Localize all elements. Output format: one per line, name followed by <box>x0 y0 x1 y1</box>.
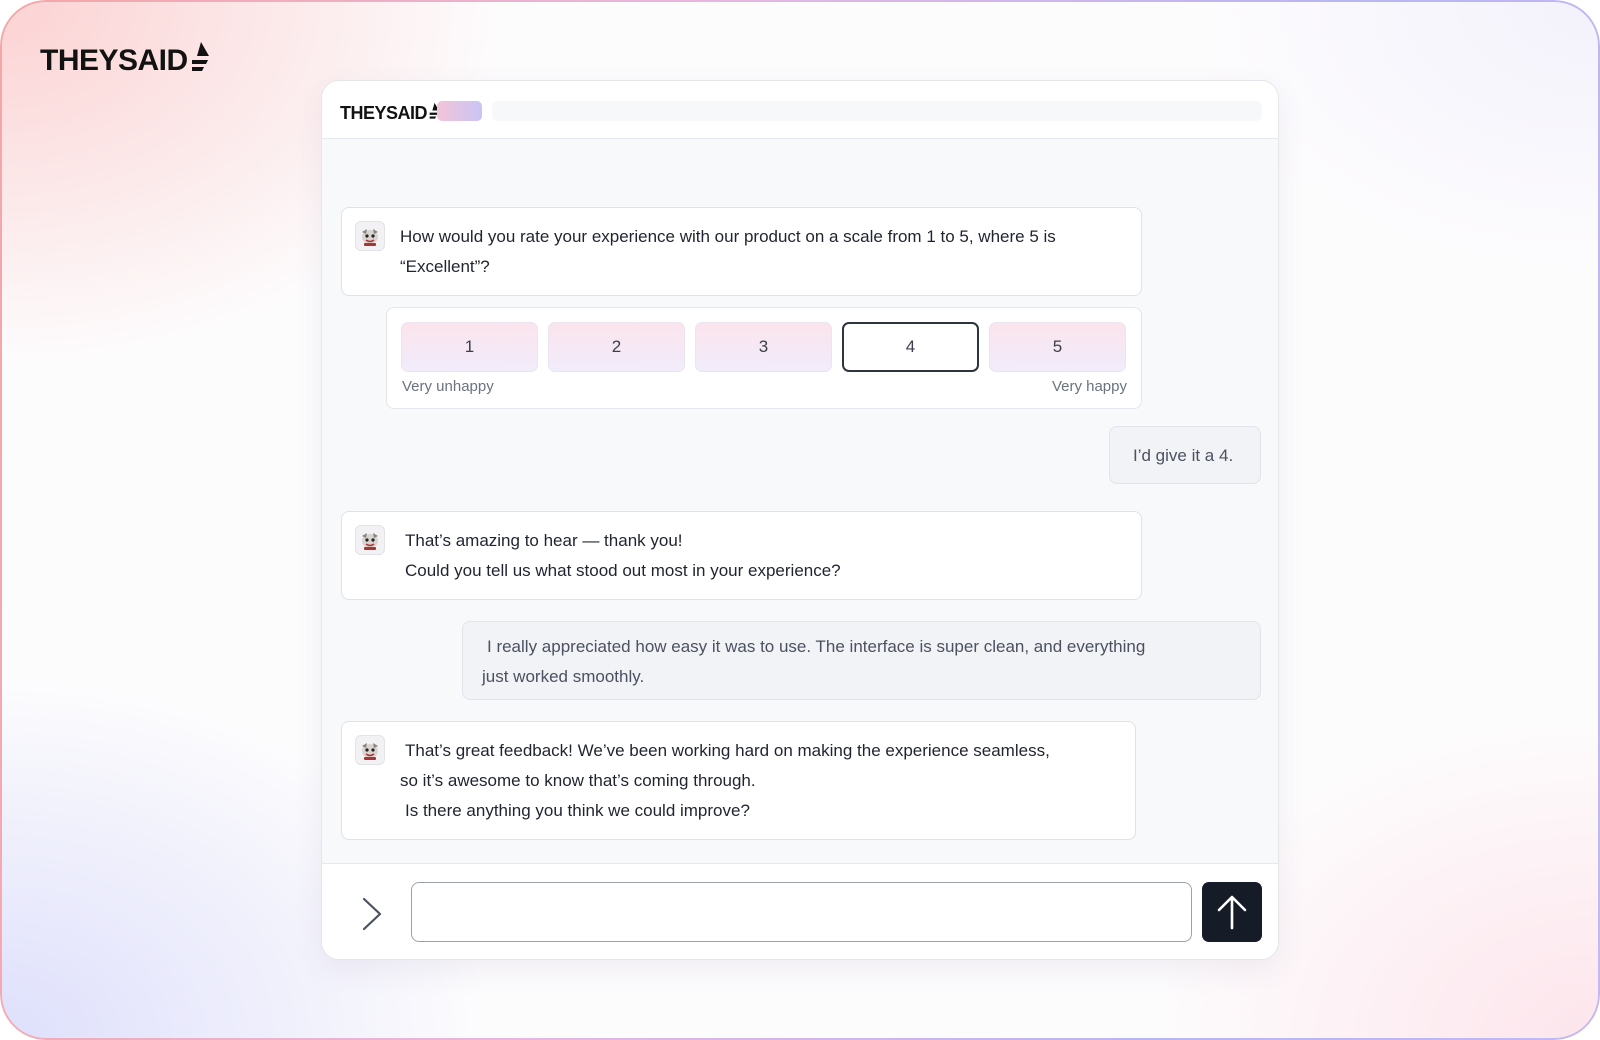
bot-avatar-icon <box>355 525 385 555</box>
header-pill <box>437 101 482 121</box>
brand-logo: THEYSAID <box>40 40 211 82</box>
user-message: I really appreciated how easy it was to … <box>462 621 1261 700</box>
header-placeholder-bar <box>492 101 1262 121</box>
chevron-right-icon[interactable] <box>360 896 384 932</box>
message-line: “Excellent”? <box>400 257 490 276</box>
bot-avatar-icon <box>355 221 385 251</box>
sail-icon <box>189 40 211 82</box>
bot-message: That’s great feedback! We’ve been workin… <box>341 721 1136 840</box>
rating-option-3[interactable]: 3 <box>695 322 832 372</box>
message-line: I’d give it a 4. <box>1133 446 1234 465</box>
message-line: Could you tell us what stood out most in… <box>405 561 841 580</box>
composer-bar <box>322 863 1278 959</box>
chat-widget: THEYSAID How would you rate your experie… <box>321 80 1279 960</box>
message-line: How would you rate your experience with … <box>400 227 1056 246</box>
rating-scale: 1 2 3 4 5 Very unhappy Very happy <box>386 307 1142 409</box>
message-line: I really appreciated how easy it was to … <box>487 637 1146 656</box>
message-input[interactable] <box>411 882 1192 942</box>
widget-logo: THEYSAID <box>340 101 440 126</box>
bot-message: How would you rate your experience with … <box>341 207 1142 296</box>
widget-header: THEYSAID <box>322 81 1278 139</box>
bot-message: That’s amazing to hear — thank you! Coul… <box>341 511 1142 600</box>
message-line: Is there anything you think we could imp… <box>405 801 750 820</box>
message-line: That’s great feedback! We’ve been workin… <box>405 741 1050 760</box>
message-line: just worked smoothly. <box>482 667 645 686</box>
send-button[interactable] <box>1202 882 1262 942</box>
bot-avatar-icon <box>355 735 385 765</box>
brand-logo-text: THEYSAID <box>40 44 188 77</box>
rating-max-label: Very happy <box>1051 378 1127 395</box>
user-message: I’d give it a 4. <box>1109 426 1261 484</box>
rating-option-5[interactable]: 5 <box>989 322 1126 372</box>
rating-min-label: Very unhappy <box>402 378 494 395</box>
arrow-up-icon <box>1217 895 1247 930</box>
message-line: That’s amazing to hear — thank you! <box>405 531 683 550</box>
widget-logo-text: THEYSAID <box>340 103 428 123</box>
rating-option-4[interactable]: 4 <box>842 322 979 372</box>
rating-option-1[interactable]: 1 <box>401 322 538 372</box>
message-line: so it’s awesome to know that’s coming th… <box>400 771 756 790</box>
rating-option-2[interactable]: 2 <box>548 322 685 372</box>
